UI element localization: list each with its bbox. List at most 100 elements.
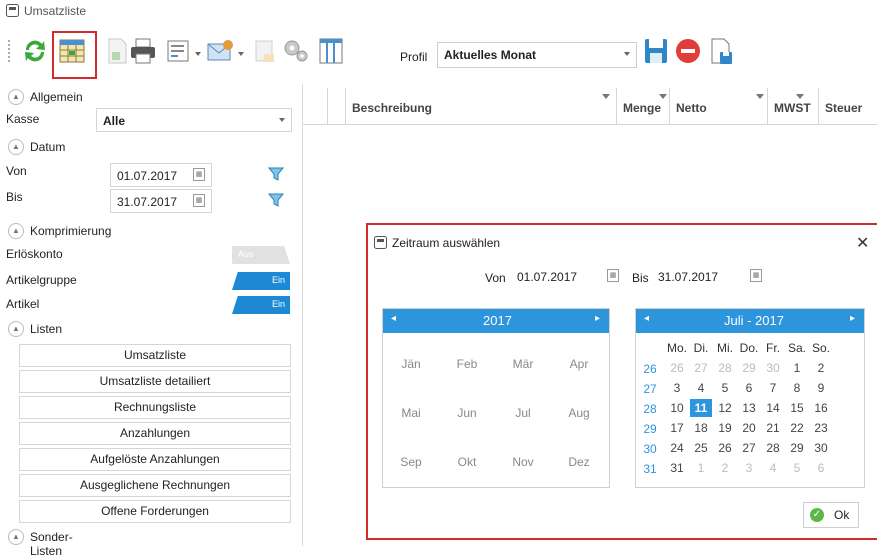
erloeskonto-toggle[interactable]: Aus <box>232 246 290 264</box>
dialog-von-field[interactable]: 01.07.2017 ▦ <box>511 265 621 287</box>
collapse-icon[interactable]: ▲ <box>8 321 24 337</box>
filter-icon[interactable] <box>659 94 667 99</box>
filter-icon[interactable] <box>268 166 284 182</box>
columns-icon[interactable] <box>316 36 346 66</box>
collapse-icon[interactable]: ▲ <box>8 529 24 545</box>
month-cell[interactable]: Aug <box>559 406 599 420</box>
month-cell[interactable]: Nov <box>503 455 543 469</box>
umsatzliste-button[interactable]: Umsatzliste <box>19 344 291 367</box>
email-dropdown-icon[interactable] <box>238 52 244 56</box>
day-cell[interactable]: 27 <box>738 439 760 457</box>
month-cell[interactable]: Jän <box>391 357 431 371</box>
day-cell[interactable]: 29 <box>738 359 760 377</box>
save-as-icon[interactable] <box>706 36 736 66</box>
month-cell[interactable]: Mai <box>391 406 431 420</box>
day-cell[interactable]: 4 <box>690 379 712 397</box>
next-arrow-icon[interactable]: ▸ <box>595 313 600 324</box>
day-cell[interactable]: 19 <box>714 419 736 437</box>
day-cell[interactable]: 22 <box>786 419 808 437</box>
day-cell[interactable]: 4 <box>762 459 784 477</box>
day-cell[interactable]: 26 <box>666 359 688 377</box>
day-cell[interactable]: 12 <box>714 399 736 417</box>
day-cell[interactable]: 28 <box>714 359 736 377</box>
day-cell[interactable]: 6 <box>738 379 760 397</box>
day-cell[interactable]: 18 <box>690 419 712 437</box>
profil-select[interactable]: Aktuelles Monat <box>437 42 637 68</box>
dialog-bis-field[interactable]: 31.07.2017 ▦ <box>652 265 772 287</box>
day-cell[interactable]: 3 <box>666 379 688 397</box>
month-cell[interactable]: Jun <box>447 406 487 420</box>
email-icon[interactable] <box>206 36 236 66</box>
column-steuer[interactable]: Steuer <box>819 88 877 124</box>
calendar-icon[interactable]: ▦ <box>750 269 762 282</box>
next-arrow-icon[interactable]: ▸ <box>850 313 855 324</box>
gears-icon[interactable] <box>281 36 311 66</box>
prev-arrow-icon[interactable]: ◂ <box>391 313 396 324</box>
column-netto[interactable]: Netto <box>670 88 768 124</box>
day-cell-selected[interactable]: 11 <box>690 399 712 417</box>
day-cell[interactable]: 10 <box>666 399 688 417</box>
document-disabled-icon[interactable] <box>250 36 280 66</box>
aufgeloeste-anzahlungen-button[interactable]: Aufgelöste Anzahlungen <box>19 448 291 471</box>
day-cell[interactable]: 14 <box>762 399 784 417</box>
delete-profile-icon[interactable] <box>673 36 703 66</box>
day-cell[interactable]: 13 <box>738 399 760 417</box>
day-cell[interactable]: 7 <box>762 379 784 397</box>
ok-button[interactable]: ✓ Ok <box>803 502 859 528</box>
calendar-icon[interactable]: ▦ <box>193 168 205 181</box>
ausgeglichene-rechnungen-button[interactable]: Ausgeglichene Rechnungen <box>19 474 291 497</box>
print-preview-icon[interactable] <box>164 36 194 66</box>
day-cell[interactable]: 31 <box>666 459 688 477</box>
month-cell[interactable]: Feb <box>447 357 487 371</box>
printer-icon[interactable] <box>128 36 158 66</box>
day-cell[interactable]: 8 <box>786 379 808 397</box>
artikelgruppe-toggle[interactable]: Ein <box>232 272 290 290</box>
month-cell[interactable]: Apr <box>559 357 599 371</box>
von-date-field[interactable]: 01.07.2017 ▦ <box>110 163 212 187</box>
close-icon[interactable]: ✕ <box>856 233 869 253</box>
day-cell[interactable]: 1 <box>786 359 808 377</box>
collapse-icon[interactable]: ▲ <box>8 89 24 105</box>
artikel-toggle[interactable]: Ein <box>232 296 290 314</box>
day-cell[interactable]: 20 <box>738 419 760 437</box>
save-profile-icon[interactable] <box>641 36 671 66</box>
day-cell[interactable]: 28 <box>762 439 784 457</box>
month-cell[interactable]: Dez <box>559 455 599 469</box>
day-cell[interactable]: 9 <box>810 379 832 397</box>
day-cell[interactable]: 1 <box>690 459 712 477</box>
day-cell[interactable]: 23 <box>810 419 832 437</box>
column-mwst[interactable]: MWST <box>768 88 819 124</box>
prev-arrow-icon[interactable]: ◂ <box>644 313 649 324</box>
collapse-icon[interactable]: ▲ <box>8 223 24 239</box>
filter-icon[interactable] <box>602 94 610 99</box>
day-cell[interactable]: 24 <box>666 439 688 457</box>
filter-icon[interactable] <box>756 94 764 99</box>
day-cell[interactable]: 30 <box>762 359 784 377</box>
day-cell[interactable]: 5 <box>786 459 808 477</box>
grid-header-cell[interactable] <box>328 88 346 124</box>
day-cell[interactable]: 26 <box>714 439 736 457</box>
calendar-icon[interactable]: ▦ <box>193 194 205 207</box>
rechnungsliste-button[interactable]: Rechnungsliste <box>19 396 291 419</box>
day-cell[interactable]: 5 <box>714 379 736 397</box>
filter-icon[interactable] <box>268 192 284 208</box>
offene-forderungen-button[interactable]: Offene Forderungen <box>19 500 291 523</box>
month-cell[interactable]: Jul <box>503 406 543 420</box>
day-cell[interactable]: 16 <box>810 399 832 417</box>
day-cell[interactable]: 15 <box>786 399 808 417</box>
kasse-select[interactable]: Alle <box>96 108 292 132</box>
day-cell[interactable]: 2 <box>714 459 736 477</box>
month-cell[interactable]: Sep <box>391 455 431 469</box>
column-beschreibung[interactable]: Beschreibung <box>346 88 617 124</box>
refresh-icon[interactable] <box>20 36 50 66</box>
umsatzliste-detailiert-button[interactable]: Umsatzliste detailiert <box>19 370 291 393</box>
calendar-icon[interactable]: ▦ <box>607 269 619 282</box>
print-preview-dropdown-icon[interactable] <box>195 52 201 56</box>
filter-icon[interactable] <box>796 94 804 99</box>
column-menge[interactable]: Menge <box>617 88 670 124</box>
day-cell[interactable]: 27 <box>690 359 712 377</box>
day-cell[interactable]: 25 <box>690 439 712 457</box>
collapse-icon[interactable]: ▲ <box>8 139 24 155</box>
day-cell[interactable]: 21 <box>762 419 784 437</box>
day-cell[interactable]: 3 <box>738 459 760 477</box>
